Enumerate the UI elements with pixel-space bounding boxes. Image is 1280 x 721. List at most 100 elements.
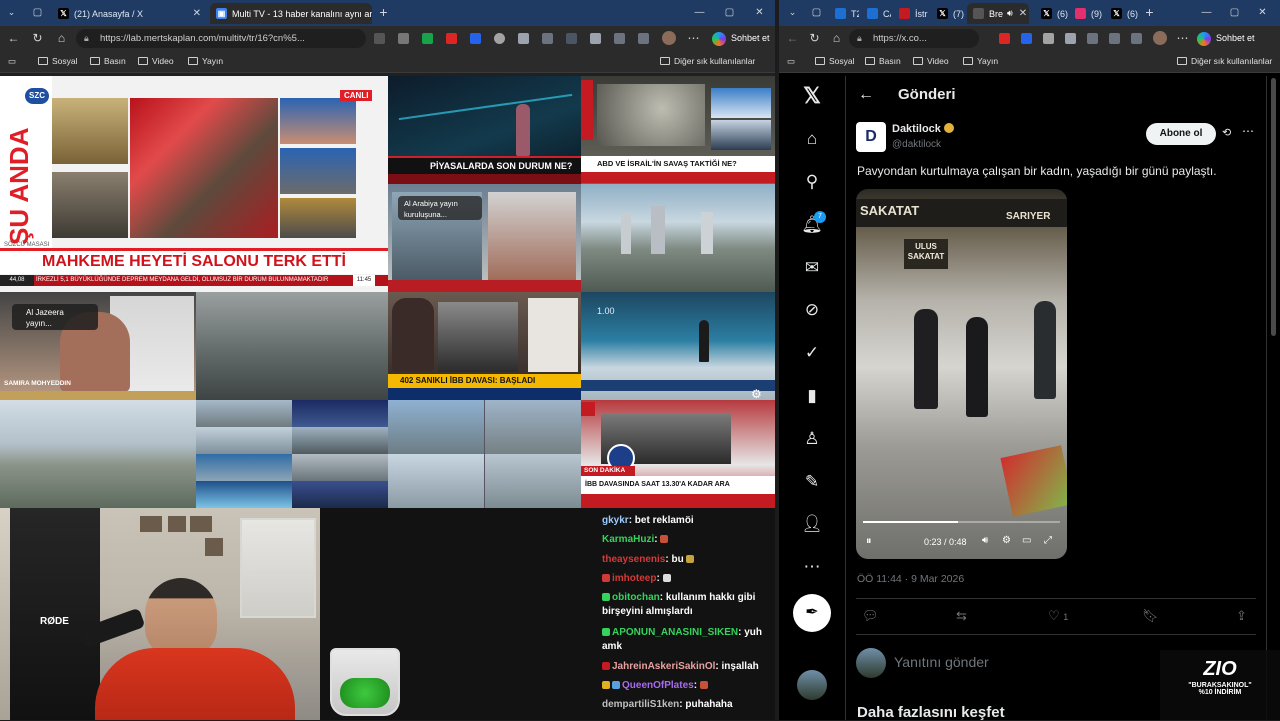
reload-icon[interactable]: ↻ bbox=[807, 31, 822, 46]
minimize-button[interactable]: — bbox=[692, 5, 707, 20]
settings-gear-icon[interactable]: ⚙ bbox=[751, 388, 763, 400]
tv-channel-13[interactable] bbox=[196, 400, 388, 508]
extension-icon[interactable] bbox=[422, 33, 433, 44]
bookmark-video[interactable]: Video bbox=[913, 56, 949, 66]
favorites-icon[interactable] bbox=[1109, 33, 1120, 44]
minimize-button[interactable]: — bbox=[1199, 5, 1214, 20]
back-icon[interactable]: ← bbox=[6, 31, 21, 46]
tab-x-home[interactable]: 𝕏 (21) Anasayfa / X ✕ bbox=[52, 3, 207, 24]
tab-actions-icon[interactable]: ⌄ bbox=[4, 5, 19, 20]
tv-channel-3[interactable]: ABD VE İSRAİL'İN SAVAŞ TAKTİĞİ NE? bbox=[581, 76, 775, 184]
bookmark-sosyal[interactable]: Sosyal bbox=[38, 56, 78, 66]
follow-button[interactable]: Abone ol bbox=[1146, 123, 1216, 145]
share-icon[interactable]: ⇪ bbox=[1236, 608, 1247, 624]
extension-icon[interactable] bbox=[999, 33, 1010, 44]
aljazeera-popup[interactable]: Al Jazeera yayın... bbox=[12, 304, 98, 330]
back-arrow-icon[interactable]: ← bbox=[858, 86, 874, 104]
maximize-button[interactable]: ▢ bbox=[722, 5, 737, 20]
tab-istr[interactable]: İstr bbox=[893, 3, 929, 24]
tv-channel-6[interactable] bbox=[581, 184, 775, 292]
video-settings-icon[interactable]: ⚙ bbox=[1002, 535, 1011, 546]
extension-icon[interactable] bbox=[1043, 33, 1054, 44]
more-icon[interactable]: ⋯ bbox=[686, 31, 701, 46]
chat-username[interactable]: QueenOfPlates bbox=[622, 680, 694, 691]
tab-instagram[interactable]: (9) bbox=[1069, 3, 1103, 24]
author-name[interactable]: Daktilock bbox=[892, 123, 954, 135]
sidebar-icon[interactable] bbox=[566, 33, 577, 44]
profile-avatar[interactable] bbox=[662, 31, 676, 45]
grok-icon[interactable]: ⊘ bbox=[800, 298, 824, 322]
chat-username[interactable]: KarmaHuzi bbox=[602, 534, 654, 545]
copilot-chat-button[interactable]: Sohbet et bbox=[712, 30, 770, 47]
explore-search-icon[interactable]: ⚲ bbox=[800, 170, 824, 194]
alarabiya-popup[interactable]: Al Arabiya yayın kuruluşuna... bbox=[398, 196, 482, 220]
reply-icon[interactable]: 💬︎ bbox=[862, 608, 879, 624]
pip-icon[interactable]: ▭ bbox=[1022, 535, 1031, 546]
like-heart-icon[interactable]: ♡ 1 bbox=[1048, 608, 1068, 624]
tab-x-6[interactable]: 𝕏 (6) bbox=[1035, 3, 1069, 24]
page-scrollbar[interactable] bbox=[1271, 78, 1276, 336]
bookmark-basin[interactable]: Basın bbox=[90, 56, 126, 66]
extension-icon[interactable] bbox=[494, 33, 505, 44]
chat-username[interactable]: imhoteep bbox=[612, 573, 656, 584]
collections-icon[interactable] bbox=[614, 33, 625, 44]
tab-x-6b[interactable]: 𝕏 (6) bbox=[1105, 3, 1139, 24]
extension-icon[interactable] bbox=[398, 33, 409, 44]
tab-bre-active[interactable]: Bre 🔊︎ ✕ bbox=[967, 3, 1029, 24]
tab-actions-icon[interactable]: ⌄ bbox=[785, 5, 800, 20]
tv-channel-14[interactable] bbox=[388, 400, 581, 508]
close-window-button[interactable]: ✕ bbox=[1255, 5, 1270, 20]
author-avatar[interactable]: D bbox=[856, 122, 886, 152]
chat-username[interactable]: dempartiliS1ken bbox=[602, 699, 679, 710]
volume-icon[interactable]: 🔊︎ bbox=[982, 535, 988, 546]
messages-envelope-icon[interactable]: ✉ bbox=[800, 256, 824, 280]
close-tab-icon[interactable]: ✕ bbox=[1013, 8, 1027, 19]
extensions-puzzle-icon[interactable] bbox=[1065, 33, 1076, 44]
tab-multitv[interactable]: ▣ Multi TV - 13 haber kanalını aynı anda… bbox=[210, 3, 372, 24]
author-handle[interactable]: @daktilock bbox=[892, 139, 941, 150]
bookmark-sosyal[interactable]: Sosyal bbox=[815, 56, 855, 66]
verified-badge-icon[interactable]: ✓ bbox=[800, 341, 824, 365]
tab-x-7[interactable]: 𝕏 (7) bbox=[931, 3, 965, 24]
reply-input[interactable]: Yanıtını gönder bbox=[894, 654, 989, 670]
profile-icon[interactable]: 👤︎ bbox=[800, 512, 824, 536]
bookmark-video[interactable]: Video bbox=[138, 56, 174, 66]
tv-channel-2[interactable]: PİYASALARDA SON DURUM NE? bbox=[388, 76, 581, 184]
other-bookmarks[interactable]: Diğer sık kullanılanlar bbox=[660, 56, 755, 66]
url-field[interactable]: 🔒︎ https://lab.mertskaplan.com/multitv/t… bbox=[76, 29, 366, 48]
bookmarks-icon[interactable]: ▮ bbox=[800, 384, 824, 408]
x-logo-icon[interactable]: 𝕏 bbox=[800, 84, 824, 108]
repost-icon[interactable]: ⇆ bbox=[956, 608, 967, 624]
tv-channel-10[interactable]: 402 SANIKLI İBB DAVASI: BAŞLADI bbox=[388, 292, 581, 400]
extension-icon[interactable] bbox=[446, 33, 457, 44]
tv-channel-15[interactable]: SON DAKİKA İBB DAVASINDA SAAT 13.30'A KA… bbox=[581, 400, 775, 508]
bookmark-yayin[interactable]: Yayın bbox=[963, 56, 998, 66]
more-icon[interactable]: ⋯ bbox=[1175, 31, 1190, 46]
maximize-button[interactable]: ▢ bbox=[1227, 5, 1242, 20]
fullscreen-icon[interactable]: ⤢ bbox=[1044, 535, 1052, 546]
extension-icon[interactable] bbox=[374, 33, 385, 44]
bookmark-basin[interactable]: Basın bbox=[865, 56, 901, 66]
communities-icon[interactable]: ♙ bbox=[800, 427, 824, 451]
split-screen-icon[interactable] bbox=[1087, 33, 1098, 44]
reading-list-icon[interactable]: ▭ bbox=[787, 56, 795, 67]
post-video[interactable]: SAKATAT SARIYER ULUS SAKATAT ⏸ 0:23 / 0:… bbox=[856, 189, 1067, 559]
tab-t24[interactable]: T24 bbox=[829, 3, 859, 24]
chat-username[interactable]: theaysenenis bbox=[602, 554, 665, 565]
workspaces-icon[interactable]: ▢ bbox=[30, 5, 45, 20]
more-circle-icon[interactable]: ⋯ bbox=[800, 555, 824, 579]
account-avatar[interactable] bbox=[797, 670, 827, 700]
tv-channel-alarabiya[interactable]: Al Arabiya yayın kuruluşuna... bbox=[388, 184, 581, 292]
chat-username[interactable]: obitochan bbox=[612, 592, 660, 603]
tv-channel-11[interactable]: 1.00 ⚙ bbox=[581, 292, 775, 400]
home-icon[interactable]: ⌂ bbox=[54, 31, 69, 46]
new-tab-button[interactable]: + bbox=[1142, 5, 1157, 20]
tv-channel-8[interactable] bbox=[196, 292, 388, 400]
other-bookmarks[interactable]: Diğer sık kullanılanlar bbox=[1177, 56, 1272, 66]
screenshot-icon[interactable] bbox=[638, 33, 649, 44]
reload-icon[interactable]: ↻ bbox=[30, 31, 45, 46]
pause-icon[interactable]: ⏸ bbox=[866, 535, 872, 548]
favorites-icon[interactable] bbox=[590, 33, 601, 44]
close-window-button[interactable]: ✕ bbox=[752, 5, 767, 20]
back-icon[interactable]: ← bbox=[785, 31, 800, 46]
